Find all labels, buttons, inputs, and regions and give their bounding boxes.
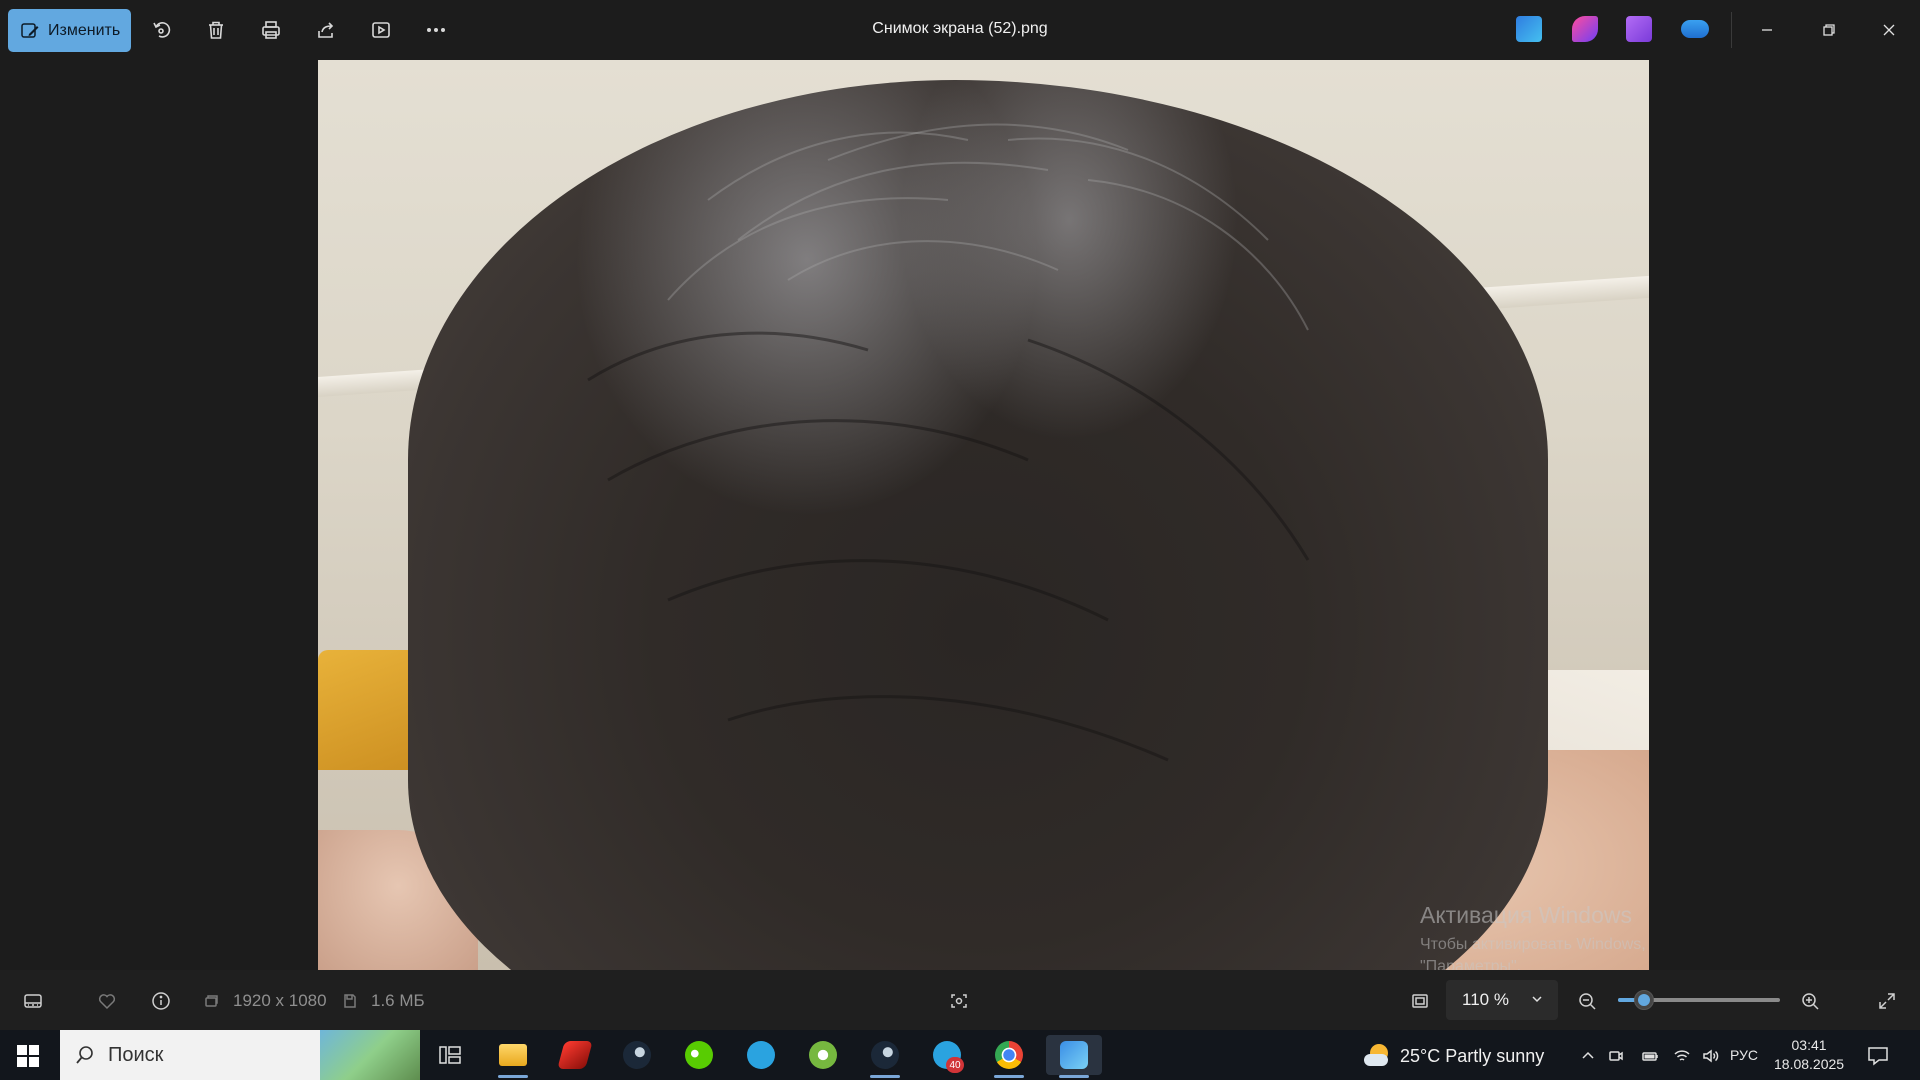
zoom-level-value: 110 % bbox=[1462, 990, 1509, 1009]
rotate-icon[interactable] bbox=[146, 15, 176, 45]
restore-button[interactable] bbox=[1812, 14, 1846, 46]
photos-button[interactable] bbox=[1046, 1035, 1102, 1078]
utorrent-icon bbox=[809, 1041, 837, 1069]
running-indicator bbox=[994, 1075, 1024, 1078]
running-indicator bbox=[1059, 1075, 1089, 1078]
task-view-button[interactable] bbox=[425, 1035, 475, 1075]
steam-icon bbox=[623, 1041, 651, 1069]
search-placeholder: Поиск bbox=[108, 1043, 164, 1066]
zoom-level-dropdown[interactable]: 110 % bbox=[1446, 980, 1558, 1020]
partly-sunny-icon bbox=[1364, 1044, 1392, 1068]
notification-center-icon[interactable] bbox=[1866, 1044, 1890, 1068]
steam-button-2[interactable] bbox=[860, 1035, 910, 1078]
zoom-slider[interactable] bbox=[1618, 990, 1780, 1010]
more-icon[interactable] bbox=[421, 15, 451, 45]
photos-icon bbox=[1060, 1041, 1088, 1069]
chrome-icon bbox=[995, 1041, 1023, 1069]
fullscreen-icon[interactable] bbox=[1874, 988, 1900, 1014]
telegram-icon bbox=[747, 1041, 775, 1069]
filmstrip-icon[interactable] bbox=[20, 988, 46, 1014]
clock-time: 03:41 bbox=[1791, 1037, 1827, 1053]
running-indicator bbox=[498, 1075, 528, 1078]
telegram-unread-badge: 40 bbox=[946, 1057, 964, 1073]
edit-button-label: Изменить bbox=[48, 21, 121, 39]
system-clock[interactable]: 03:41 18.08.2025 bbox=[1774, 1036, 1844, 1074]
clipchamp-icon[interactable] bbox=[1572, 16, 1598, 42]
folder-icon bbox=[499, 1044, 527, 1066]
print-icon[interactable] bbox=[256, 15, 286, 45]
steam-icon-2 bbox=[871, 1041, 899, 1069]
zoom-in-icon[interactable] bbox=[1797, 988, 1823, 1014]
zoom-slider-thumb[interactable] bbox=[1633, 990, 1654, 1010]
edit-button[interactable]: Изменить bbox=[8, 9, 131, 52]
designer-icon[interactable] bbox=[1516, 16, 1542, 42]
weather-widget[interactable]: 25°C Partly sunny bbox=[1364, 1044, 1544, 1068]
running-indicator bbox=[870, 1075, 900, 1078]
photo-hair-strands bbox=[587, 123, 1310, 762]
fit-to-window-icon[interactable] bbox=[1407, 988, 1433, 1014]
share-icon[interactable] bbox=[311, 15, 341, 45]
telegram-button-2[interactable]: 40 bbox=[922, 1035, 972, 1075]
edit-image-icon bbox=[21, 22, 39, 38]
task-view-icon bbox=[439, 1046, 461, 1064]
search-icon bbox=[76, 1046, 93, 1064]
red-app-button[interactable] bbox=[550, 1035, 600, 1075]
volume-icon[interactable] bbox=[1700, 1046, 1720, 1066]
activation-watermark-text-2: "Параметры". bbox=[1420, 958, 1522, 970]
search-highlight-image bbox=[320, 1030, 420, 1080]
chrome-button[interactable] bbox=[984, 1035, 1034, 1078]
video-editor-icon[interactable] bbox=[1626, 16, 1652, 42]
taskbar: Поиск 40 25°C Partly sunny РУС 03:41 18.… bbox=[0, 1030, 1920, 1080]
chevron-down-icon bbox=[1532, 996, 1542, 1003]
clock-date: 18.08.2025 bbox=[1774, 1056, 1845, 1072]
meet-now-icon[interactable] bbox=[1606, 1046, 1626, 1066]
red-app-icon bbox=[557, 1041, 593, 1069]
visual-search-icon[interactable] bbox=[946, 988, 972, 1014]
delete-icon[interactable] bbox=[201, 15, 231, 45]
info-icon[interactable] bbox=[148, 988, 174, 1014]
image-dimensions: 1920 x 1080 bbox=[233, 991, 327, 1010]
telegram-button[interactable] bbox=[736, 1035, 786, 1075]
file-explorer-button[interactable] bbox=[488, 1035, 538, 1078]
duolingo-button[interactable] bbox=[674, 1035, 724, 1075]
activation-watermark-title: Активация Windows bbox=[1420, 902, 1632, 928]
close-button[interactable] bbox=[1872, 14, 1906, 46]
dimensions-icon bbox=[198, 988, 224, 1014]
minimize-button[interactable] bbox=[1750, 14, 1784, 46]
file-size: 1.6 МБ bbox=[371, 991, 425, 1010]
taskbar-search-box[interactable]: Поиск bbox=[60, 1030, 420, 1080]
input-language[interactable]: РУС bbox=[1730, 1047, 1758, 1063]
onedrive-icon[interactable] bbox=[1681, 20, 1709, 38]
battery-icon[interactable] bbox=[1640, 1046, 1660, 1066]
toolbar-divider bbox=[1731, 12, 1732, 48]
chevron-up-icon[interactable] bbox=[1578, 1046, 1598, 1066]
slideshow-icon[interactable] bbox=[366, 15, 396, 45]
duolingo-icon bbox=[685, 1041, 713, 1069]
weather-text: 25°C Partly sunny bbox=[1400, 1045, 1545, 1066]
zoom-out-icon[interactable] bbox=[1574, 988, 1600, 1014]
photo-viewer-image[interactable]: Активация Windows Чтобы активировать Win… bbox=[318, 60, 1649, 970]
activation-watermark-text: Чтобы активировать Windows, перейдите в … bbox=[1420, 936, 1649, 953]
utorrent-button[interactable] bbox=[798, 1035, 848, 1075]
steam-button[interactable] bbox=[612, 1035, 662, 1075]
wifi-icon[interactable] bbox=[1672, 1046, 1692, 1066]
top-toolbar: Изменить Снимок экрана (52).png bbox=[0, 0, 1920, 60]
window-title: Снимок экрана (52).png bbox=[872, 20, 1048, 37]
filesize-icon bbox=[337, 988, 363, 1014]
windows-start-icon[interactable] bbox=[16, 1044, 40, 1068]
info-bar: 1920 x 1080 1.6 МБ 110 % bbox=[0, 970, 1920, 1030]
favorite-icon[interactable] bbox=[94, 988, 120, 1014]
